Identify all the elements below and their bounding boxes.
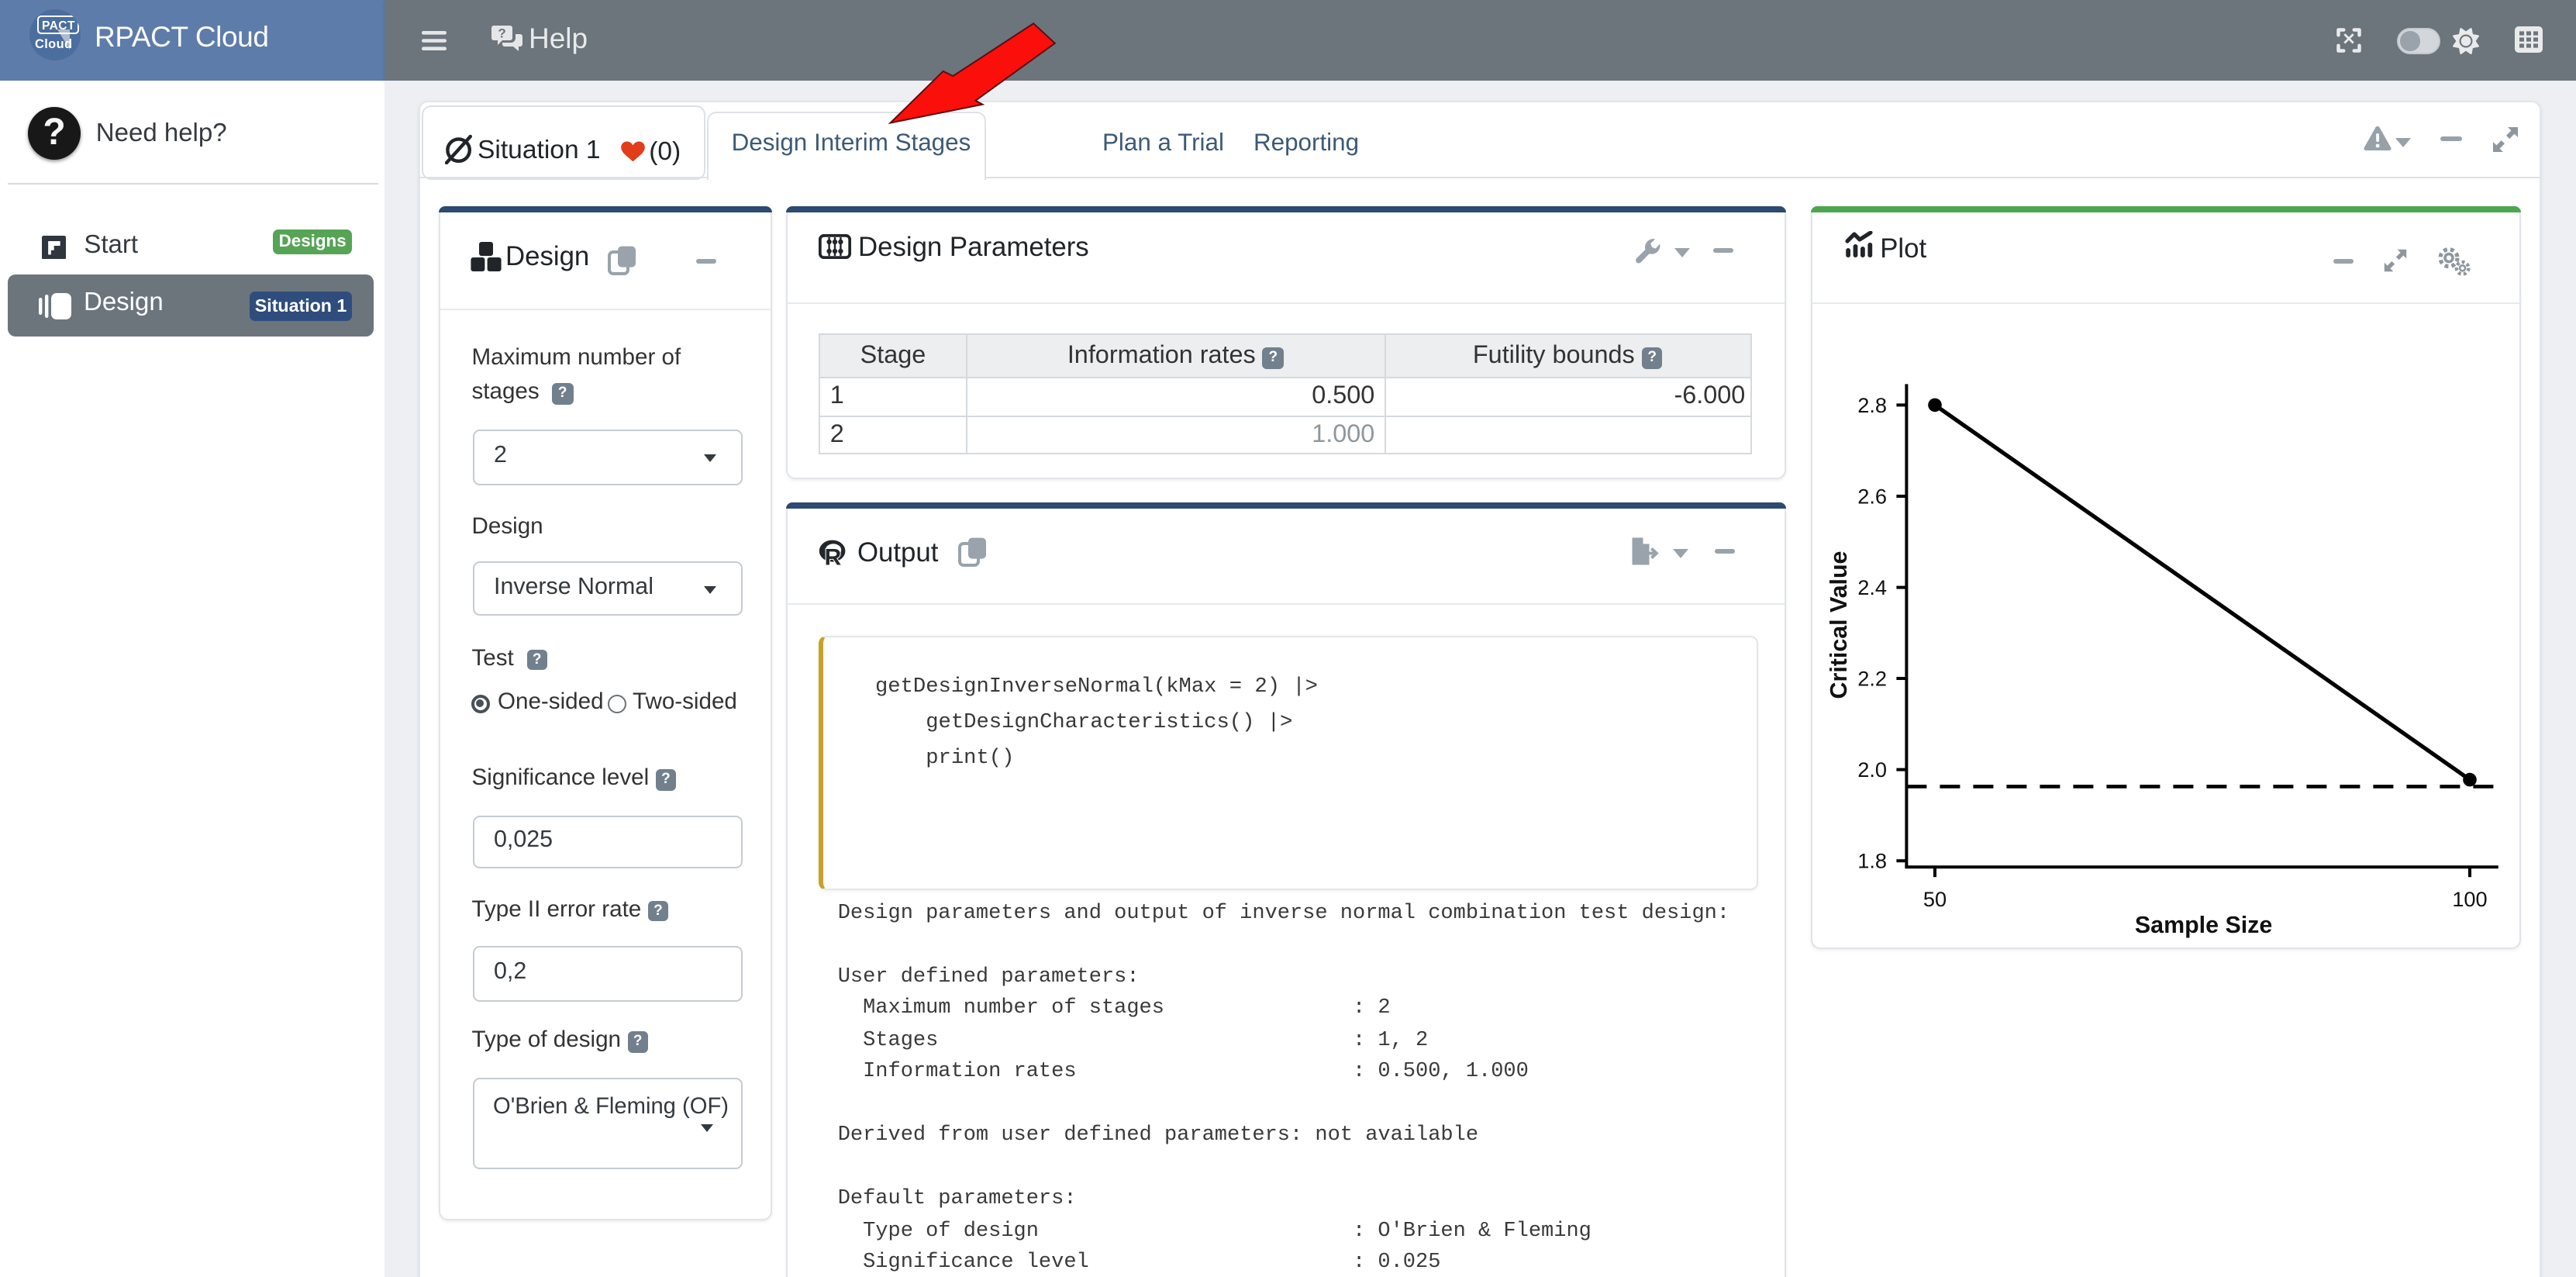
svg-text:Sample Size: Sample Size	[2135, 913, 2272, 939]
svg-text:2.4: 2.4	[1857, 576, 1887, 600]
svg-text:R: R	[825, 545, 842, 567]
svg-text:1.8: 1.8	[1857, 849, 1887, 873]
svg-text:Critical Value: Critical Value	[1826, 551, 1852, 699]
svg-text:100: 100	[2452, 888, 2487, 912]
svg-text:50: 50	[1923, 888, 1947, 912]
svg-text:2.0: 2.0	[1857, 758, 1887, 782]
svg-text:2.8: 2.8	[1857, 393, 1887, 417]
svg-text:2.2: 2.2	[1857, 667, 1887, 691]
svg-text:?: ?	[498, 26, 505, 40]
svg-text:2.6: 2.6	[1857, 485, 1887, 509]
